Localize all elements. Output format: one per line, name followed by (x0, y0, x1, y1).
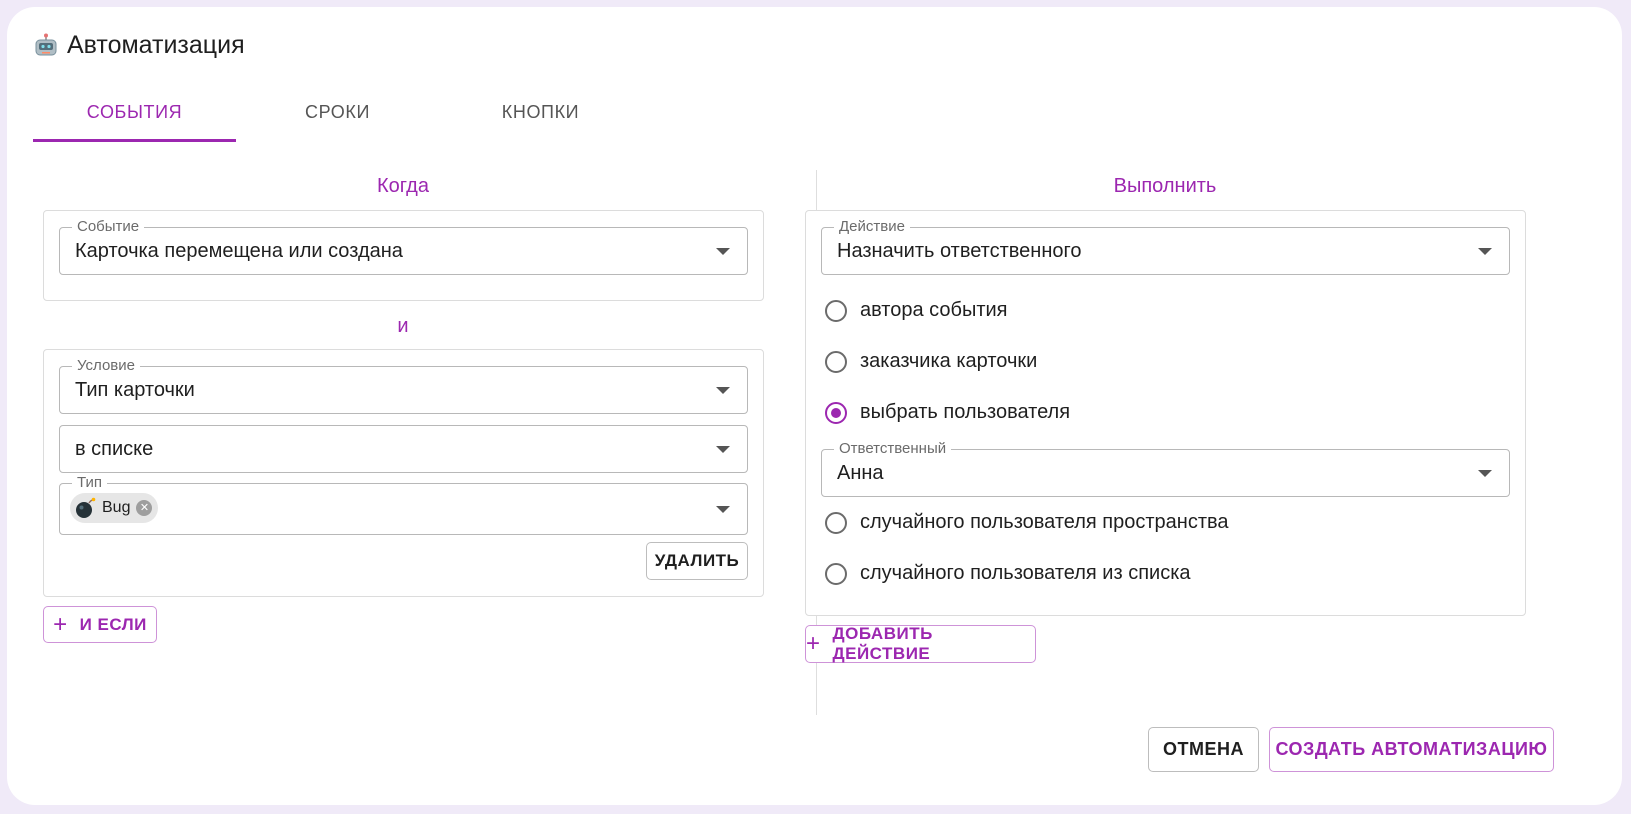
radio-option-event-author[interactable]: автора события (825, 299, 1008, 322)
radio-button[interactable] (825, 350, 847, 373)
add-action-button[interactable]: + ДОБАВИТЬ ДЕЙСТВИЕ (805, 624, 1036, 663)
type-select[interactable]: Тип Bug ✕ (59, 474, 748, 535)
condition-select[interactable]: Условие Тип карточки (59, 357, 748, 414)
add-action-label: ДОБАВИТЬ ДЕЙСТВИЕ (832, 624, 933, 663)
dialog-header: Автоматизация (33, 31, 245, 60)
radio-label: случайного пользователя из списка (860, 562, 1191, 584)
assignee-value: Анна (837, 461, 884, 484)
dialog-title: Автоматизация (67, 31, 245, 59)
chevron-down-icon (716, 387, 730, 394)
radio-label: выбрать пользователя (860, 401, 1071, 423)
radio-option-random-list-user[interactable]: случайного пользователя из списка (825, 562, 1191, 585)
radio-button-checked[interactable] (825, 401, 847, 424)
robot-icon (35, 33, 57, 55)
operator-value: в списке (75, 437, 154, 460)
bomb-icon (76, 497, 96, 518)
when-title: Когда (377, 175, 429, 197)
add-if-label: И ЕСЛИ (79, 614, 147, 634)
tab-bar: СОБЫТИЯ СРОКИ КНОПКИ (33, 85, 642, 142)
delete-condition-button[interactable]: УДАЛИТЬ (646, 542, 748, 580)
type-legend: Тип (72, 474, 108, 491)
automation-dialog: Автоматизация СОБЫТИЯ СРОКИ КНОПКИ Когда… (7, 7, 1622, 805)
radio-label: автора события (860, 299, 1008, 321)
event-value: Карточка перемещена или создана (75, 239, 403, 262)
type-chip-label: Bug (102, 499, 131, 516)
assignee-select[interactable]: Ответственный Анна (821, 440, 1510, 497)
radio-button[interactable] (825, 511, 847, 534)
event-select[interactable]: Событие Карточка перемещена или создана (59, 218, 748, 275)
plus-icon: + (806, 630, 821, 657)
chevron-down-icon (1478, 470, 1492, 477)
type-chip: Bug ✕ (70, 493, 159, 523)
condition-panel: Условие Тип карточки в списке Тип Bug ✕ (43, 349, 764, 597)
radio-button[interactable] (825, 562, 847, 585)
action-value: Назначить ответственного (837, 239, 1082, 262)
radio-button[interactable] (825, 299, 847, 322)
radio-option-random-space-user[interactable]: случайного пользователя пространства (825, 511, 1229, 534)
radio-option-card-customer[interactable]: заказчика карточки (825, 350, 1037, 373)
tab-events[interactable]: СОБЫТИЯ (33, 85, 236, 142)
radio-option-choose-user[interactable]: выбрать пользователя (825, 401, 1070, 424)
create-automation-button[interactable]: СОЗДАТЬ АВТОМАТИЗАЦИЮ (1269, 727, 1554, 772)
do-title: Выполнить (1113, 175, 1217, 197)
event-panel: Событие Карточка перемещена или создана (43, 210, 764, 301)
chevron-down-icon (716, 446, 730, 453)
chevron-down-icon (716, 248, 730, 255)
radio-label: случайного пользователя пространства (860, 511, 1229, 533)
tab-deadlines[interactable]: СРОКИ (236, 85, 439, 139)
plus-icon: + (53, 610, 68, 638)
tab-buttons[interactable]: КНОПКИ (439, 85, 642, 139)
add-if-button[interactable]: + И ЕСЛИ (43, 606, 157, 643)
operator-select[interactable]: в списке (59, 425, 748, 473)
and-label: и (397, 315, 409, 337)
radio-label: заказчика карточки (860, 350, 1038, 372)
cancel-button[interactable]: ОТМЕНА (1148, 727, 1259, 772)
chevron-down-icon (1478, 248, 1492, 255)
chevron-down-icon (716, 506, 730, 513)
condition-value: Тип карточки (75, 378, 195, 401)
chip-remove-icon[interactable]: ✕ (136, 500, 153, 516)
action-select[interactable]: Действие Назначить ответственного (821, 218, 1510, 275)
